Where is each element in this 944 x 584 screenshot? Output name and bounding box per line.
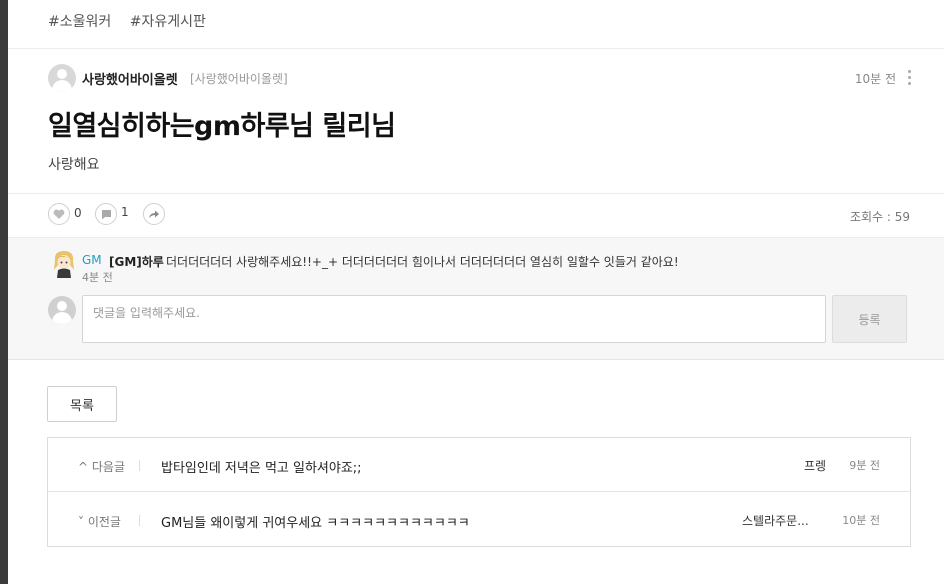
author-name[interactable]: 사랑했어바이올렛 (82, 69, 178, 88)
divider (8, 193, 944, 194)
like-count: 0 (74, 206, 82, 220)
left-sidebar-edge (0, 0, 8, 584)
share-icon (149, 210, 159, 218)
prev-post-writer: 스텔라주문... (742, 514, 809, 528)
comment-text: 더더더더더더 사랑해주세요!!+_+ 더더더더더더 힘이나서 더더더더더더 열심… (166, 255, 679, 269)
divider (8, 48, 944, 49)
comment-author-badge[interactable]: GM (82, 253, 102, 267)
comment-button[interactable] (95, 203, 117, 225)
post-time: 10분 전 (854, 72, 896, 86)
prev-post-label: ˅ 이전글 (78, 515, 121, 529)
next-post-row[interactable]: ^ 다음글 밥타임인데 저녁은 먹고 일하셔야죠;; 프렝 9분 전 (48, 438, 910, 492)
post-title: 일열심히하는gm하루님 릴리님 (48, 111, 396, 142)
post-body: 사랑해요 (48, 157, 100, 173)
comment-submit-button[interactable]: 등록 (832, 295, 907, 343)
prev-post-time: 10분 전 (842, 514, 880, 527)
next-post-title[interactable]: 밥타임인데 저녁은 먹고 일하셔야죠;; (161, 457, 362, 476)
prev-post-title[interactable]: GM님들 왜이렇게 귀여우세요 ㅋㅋㅋㅋㅋㅋㅋㅋㅋㅋㅋㅋ (161, 512, 470, 531)
post-navigation: ^ 다음글 밥타임인데 저녁은 먹고 일하셔야죠;; 프렝 9분 전 ˅ 이전글… (47, 437, 911, 547)
separator (139, 460, 140, 471)
like-button[interactable] (48, 203, 70, 225)
share-button[interactable] (143, 203, 165, 225)
author-avatar-icon[interactable] (48, 64, 76, 92)
tag-free-board[interactable]: #자유게시판 (130, 14, 206, 30)
next-post-time: 9분 전 (849, 459, 880, 472)
prev-post-row[interactable]: ˅ 이전글 GM님들 왜이렇게 귀여우세요 ㅋㅋㅋㅋㅋㅋㅋㅋㅋㅋㅋㅋ 스텔라주문… (48, 493, 910, 547)
next-post-writer: 프렝 (804, 459, 827, 473)
tag-list: #소울워커 #자유게시판 (48, 11, 220, 31)
comment-author-name[interactable]: [GM]하루 (109, 253, 164, 270)
comment-time: 4분 전 (82, 271, 113, 284)
view-count: 조회수 : 59 (849, 210, 910, 224)
comment-count: 1 (121, 205, 129, 219)
gm-avatar-icon[interactable] (52, 250, 76, 278)
list-button[interactable]: 목록 (47, 386, 117, 422)
heart-icon (53, 209, 65, 219)
post-page: #소울워커 #자유게시판 사랑했어바이올렛 [사랑했어바이올렛] 10분 전 일… (8, 0, 944, 584)
author-id: [사랑했어바이올렛] (190, 72, 288, 86)
tag-soulworker[interactable]: #소울워커 (48, 14, 111, 30)
next-post-label: ^ 다음글 (78, 460, 125, 474)
comment-section: GM [GM]하루 더더더더더더 사랑해주세요!!+_+ 더더더더더더 힘이나서… (8, 237, 944, 360)
comment-icon (101, 209, 111, 219)
comment-input[interactable] (82, 295, 826, 343)
more-vertical-icon[interactable] (908, 70, 912, 86)
my-avatar-icon (48, 296, 76, 324)
separator (139, 515, 140, 526)
